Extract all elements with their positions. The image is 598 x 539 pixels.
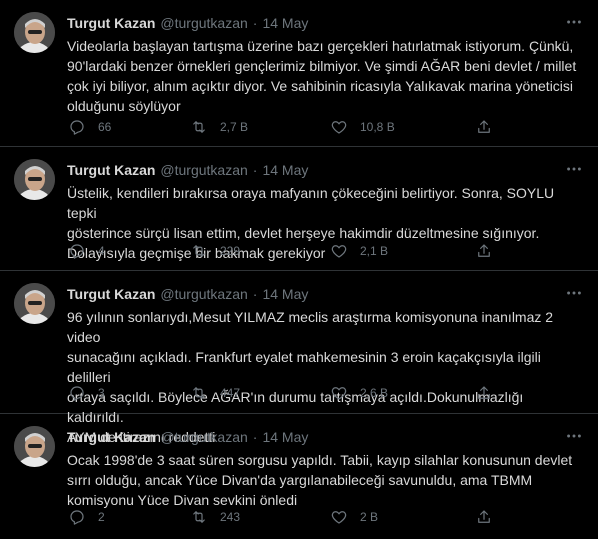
reply-count: 66 bbox=[98, 120, 112, 134]
tweet[interactable]: Turgut Kazan @turgutkazan · 14 May Ocak … bbox=[0, 414, 598, 539]
tweet-header: Turgut Kazan @turgutkazan · 14 May bbox=[67, 427, 308, 447]
share-icon bbox=[478, 244, 490, 257]
author-handle[interactable]: @turgutkazan bbox=[160, 429, 247, 445]
avatar-photo-icon bbox=[14, 426, 55, 467]
share-button[interactable] bbox=[475, 384, 493, 402]
tweet-header: Turgut Kazan @turgutkazan · 14 May bbox=[67, 160, 308, 180]
avatar[interactable] bbox=[14, 159, 55, 200]
separator-dot: · bbox=[252, 286, 258, 302]
retweet-button[interactable]: 2,7 B bbox=[190, 118, 248, 136]
share-icon bbox=[478, 386, 490, 399]
tweet-date[interactable]: 14 May bbox=[262, 162, 308, 178]
reply-button[interactable]: 2 bbox=[68, 508, 105, 526]
more-icon[interactable] bbox=[564, 159, 584, 179]
avatar-photo-icon bbox=[14, 12, 55, 53]
retweet-icon bbox=[193, 511, 205, 523]
tweet-thread: Turgut Kazan @turgutkazan · 14 May Video… bbox=[0, 0, 598, 539]
like-button[interactable]: 2 B bbox=[330, 508, 378, 526]
like-count: 10,8 B bbox=[360, 120, 395, 134]
reply-icon bbox=[70, 386, 84, 401]
author-name[interactable]: Turgut Kazan bbox=[67, 429, 155, 445]
avatar[interactable] bbox=[14, 12, 55, 53]
avatar-photo-icon bbox=[14, 159, 55, 200]
tweet[interactable]: Turgut Kazan @turgutkazan · 14 May Üstel… bbox=[0, 147, 598, 271]
retweet-icon bbox=[193, 387, 205, 399]
more-icon[interactable] bbox=[564, 12, 584, 32]
retweet-count: 243 bbox=[220, 510, 241, 524]
tweet-actions: 4 229 2,1 B bbox=[60, 241, 500, 261]
reply-count: 4 bbox=[98, 244, 105, 258]
tweet-date[interactable]: 14 May bbox=[262, 286, 308, 302]
retweet-button[interactable]: 243 bbox=[190, 508, 240, 526]
reply-count: 3 bbox=[98, 386, 105, 400]
tweet-date[interactable]: 14 May bbox=[262, 429, 308, 445]
like-button[interactable]: 2,1 B bbox=[330, 242, 388, 260]
share-button[interactable] bbox=[475, 508, 493, 526]
heart-icon bbox=[331, 511, 347, 524]
author-name[interactable]: Turgut Kazan bbox=[67, 15, 155, 31]
tweet-actions: 66 2,7 B 10,8 B bbox=[60, 117, 500, 137]
reply-button[interactable]: 3 bbox=[68, 384, 105, 402]
heart-icon bbox=[331, 245, 347, 258]
author-handle[interactable]: @turgutkazan bbox=[160, 286, 247, 302]
avatar[interactable] bbox=[14, 283, 55, 324]
share-icon bbox=[478, 120, 490, 133]
reply-icon bbox=[70, 244, 84, 259]
tweet-text: Ocak 1998'de 3 saat süren sorgusu yapıld… bbox=[67, 452, 573, 508]
tweet[interactable]: Turgut Kazan @turgutkazan · 14 May 96 yı… bbox=[0, 271, 598, 445]
reply-button[interactable]: 4 bbox=[68, 242, 105, 260]
author-handle[interactable]: @turgutkazan bbox=[160, 162, 247, 178]
retweet-count: 229 bbox=[220, 244, 241, 258]
share-icon bbox=[478, 510, 490, 523]
reply-count: 2 bbox=[98, 510, 105, 524]
tweet-text: Videolarla başlayan tartışma üzerine baz… bbox=[67, 38, 577, 114]
more-icon[interactable] bbox=[564, 283, 584, 303]
separator-dot: · bbox=[252, 15, 258, 31]
share-button[interactable] bbox=[475, 118, 493, 136]
reply-icon bbox=[70, 120, 84, 135]
author-name[interactable]: Turgut Kazan bbox=[67, 286, 155, 302]
tweet-header: Turgut Kazan @turgutkazan · 14 May bbox=[67, 284, 308, 304]
reply-icon bbox=[70, 510, 84, 525]
author-handle[interactable]: @turgutkazan bbox=[160, 15, 247, 31]
retweet-count: 2,7 B bbox=[220, 120, 249, 134]
heart-icon bbox=[331, 387, 347, 400]
tweet-actions: 3 447 2,6 B bbox=[60, 383, 500, 403]
like-button[interactable]: 2,6 B bbox=[330, 384, 388, 402]
tweet-header: Turgut Kazan @turgutkazan · 14 May bbox=[67, 13, 308, 33]
like-count: 2 B bbox=[360, 510, 379, 524]
share-button[interactable] bbox=[475, 242, 493, 260]
separator-dot: · bbox=[252, 162, 258, 178]
like-button[interactable]: 10,8 B bbox=[330, 118, 395, 136]
heart-icon bbox=[331, 121, 347, 134]
like-count: 2,1 B bbox=[360, 244, 389, 258]
retweet-count: 447 bbox=[220, 386, 241, 400]
retweet-icon bbox=[193, 245, 205, 257]
avatar[interactable] bbox=[14, 426, 55, 467]
reply-button[interactable]: 66 bbox=[68, 118, 111, 136]
retweet-button[interactable]: 447 bbox=[190, 384, 240, 402]
retweet-icon bbox=[193, 121, 205, 133]
tweet-actions: 2 243 2 B bbox=[60, 507, 500, 527]
more-icon[interactable] bbox=[564, 426, 584, 446]
tweet-date[interactable]: 14 May bbox=[262, 15, 308, 31]
author-name[interactable]: Turgut Kazan bbox=[67, 162, 155, 178]
avatar-photo-icon bbox=[14, 283, 55, 324]
separator-dot: · bbox=[252, 429, 258, 445]
like-count: 2,6 B bbox=[360, 386, 389, 400]
retweet-button[interactable]: 229 bbox=[190, 242, 240, 260]
tweet[interactable]: Turgut Kazan @turgutkazan · 14 May Video… bbox=[0, 0, 598, 147]
